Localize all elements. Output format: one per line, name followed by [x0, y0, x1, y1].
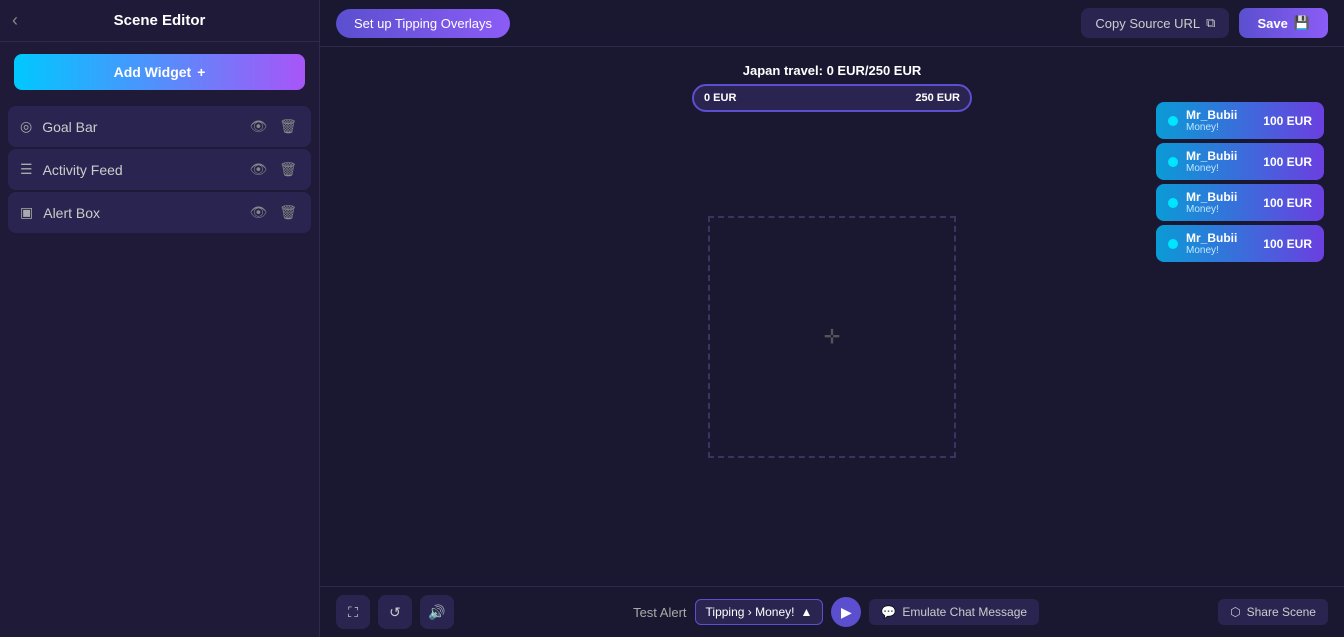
eye-icon: 👁: [249, 161, 267, 178]
goal-bar-visibility-button[interactable]: 👁: [247, 116, 269, 137]
goal-bar-left-label: 0 EUR: [704, 92, 736, 104]
save-label: Save: [1257, 16, 1287, 31]
activity-card-msg-4: Money!: [1186, 245, 1255, 256]
delete-icon: 🗑: [279, 118, 297, 135]
copy-icon: ⧉: [1206, 15, 1215, 31]
test-alert-dropdown[interactable]: Tipping › Money! ▲: [695, 599, 824, 625]
resize-button[interactable]: ⛶: [336, 595, 370, 629]
header-actions: Copy Source URL ⧉ Save 💾: [1081, 8, 1328, 38]
save-icon: 💾: [1294, 15, 1310, 31]
widget-item-alert-box[interactable]: ▣ Alert Box 👁 🗑: [8, 192, 311, 233]
activity-card-dot-4: [1168, 239, 1178, 249]
activity-card-4: Mr_Bubii Money! 100 EUR: [1156, 225, 1324, 262]
footer-center-controls: Test Alert Tipping › Money! ▲ ▶ 💬 Emulat…: [633, 597, 1039, 627]
activity-feed-cards: Mr_Bubii Money! 100 EUR Mr_Bubii Money! …: [1156, 102, 1324, 262]
goal-bar-title: Japan travel: 0 EUR/250 EUR: [743, 63, 921, 78]
save-button[interactable]: Save 💾: [1239, 8, 1328, 38]
footer-left-controls: ⛶ ↺ 🔊: [336, 595, 454, 629]
mute-icon: 🔊: [428, 604, 445, 621]
back-icon: ‹: [12, 10, 18, 31]
widget-list: ◎ Goal Bar 👁 🗑 ☰ Activity Feed 👁: [0, 102, 319, 237]
tipping-overlays-label: Set up Tipping Overlays: [354, 16, 492, 31]
main-header: Set up Tipping Overlays Copy Source URL …: [320, 0, 1344, 47]
sidebar-back-button[interactable]: ‹: [12, 10, 18, 31]
activity-card-amount-1: 100 EUR: [1263, 114, 1312, 128]
main-content: Set up Tipping Overlays Copy Source URL …: [320, 0, 1344, 637]
alert-box-icon: ▣: [20, 204, 33, 221]
activity-card-name-3: Mr_Bubii: [1186, 190, 1255, 204]
test-alert-send-button[interactable]: ▶: [831, 597, 861, 627]
sidebar-header: ‹ Scene Editor: [0, 0, 319, 42]
activity-card-dot-3: [1168, 198, 1178, 208]
goal-bar-icon: ◎: [20, 118, 32, 135]
activity-card-name-2: Mr_Bubii: [1186, 149, 1255, 163]
activity-card-3: Mr_Bubii Money! 100 EUR: [1156, 184, 1324, 221]
footer-toolbar: ⛶ ↺ 🔊 Test Alert Tipping › Money! ▲ ▶ 💬 …: [320, 586, 1344, 637]
goal-bar-label: Goal Bar: [42, 119, 97, 135]
copy-source-url-button[interactable]: Copy Source URL ⧉: [1081, 8, 1229, 38]
add-widget-button[interactable]: Add Widget +: [14, 54, 305, 90]
share-icon: ⬡: [1230, 605, 1240, 619]
goal-bar-delete-button[interactable]: 🗑: [277, 116, 299, 137]
alert-box-visibility-button[interactable]: 👁: [247, 202, 269, 223]
activity-card-amount-4: 100 EUR: [1263, 237, 1312, 251]
test-alert-label: Test Alert: [633, 605, 686, 620]
mute-button[interactable]: 🔊: [420, 595, 454, 629]
reset-icon: ↺: [389, 604, 401, 621]
resize-icon: ⛶: [348, 604, 358, 621]
share-scene-button[interactable]: ⬡ Share Scene: [1218, 599, 1328, 625]
activity-card-amount-3: 100 EUR: [1263, 196, 1312, 210]
goal-bar-right-label: 250 EUR: [915, 92, 960, 104]
goal-bar-track: 0 EUR 250 EUR: [692, 84, 972, 112]
copy-source-url-label: Copy Source URL: [1095, 16, 1200, 31]
delete-icon: 🗑: [279, 204, 297, 221]
tipping-overlays-button[interactable]: Set up Tipping Overlays: [336, 9, 510, 38]
activity-card-msg-2: Money!: [1186, 163, 1255, 174]
activity-card-dot-1: [1168, 116, 1178, 126]
activity-card-2: Mr_Bubii Money! 100 EUR: [1156, 143, 1324, 180]
activity-feed-visibility-button[interactable]: 👁: [247, 159, 269, 180]
test-alert-value: Tipping › Money!: [706, 605, 795, 619]
alert-box-label: Alert Box: [43, 205, 100, 221]
activity-card-name-4: Mr_Bubii: [1186, 231, 1255, 245]
activity-card-msg-3: Money!: [1186, 204, 1255, 215]
alert-box-delete-button[interactable]: 🗑: [277, 202, 299, 223]
emulate-chat-label: Emulate Chat Message: [902, 605, 1027, 619]
activity-card-dot-2: [1168, 157, 1178, 167]
reset-button[interactable]: ↺: [378, 595, 412, 629]
send-icon: ▶: [841, 604, 852, 621]
sidebar: ‹ Scene Editor Add Widget + ◎ Goal Bar 👁…: [0, 0, 320, 637]
activity-feed-icon: ☰: [20, 161, 33, 178]
move-icon: ✛: [824, 324, 841, 349]
chat-icon: 💬: [881, 605, 896, 619]
emulate-chat-button[interactable]: 💬 Emulate Chat Message: [869, 599, 1039, 625]
add-widget-label: Add Widget: [114, 64, 192, 80]
widget-item-goal-bar[interactable]: ◎ Goal Bar 👁 🗑: [8, 106, 311, 147]
chevron-up-icon: ▲: [800, 605, 812, 619]
alert-box-canvas[interactable]: ✛: [708, 216, 956, 458]
goal-bar-widget: Japan travel: 0 EUR/250 EUR 0 EUR 250 EU…: [692, 63, 972, 112]
share-scene-label: Share Scene: [1247, 605, 1316, 619]
delete-icon: 🗑: [279, 161, 297, 178]
activity-card-amount-2: 100 EUR: [1263, 155, 1312, 169]
canvas-area: Japan travel: 0 EUR/250 EUR 0 EUR 250 EU…: [320, 47, 1344, 586]
activity-card-msg-1: Money!: [1186, 122, 1255, 133]
activity-card-name-1: Mr_Bubii: [1186, 108, 1255, 122]
eye-icon: 👁: [249, 204, 267, 221]
add-icon: +: [197, 64, 205, 80]
eye-icon: 👁: [249, 118, 267, 135]
sidebar-title: Scene Editor: [114, 12, 206, 29]
activity-feed-delete-button[interactable]: 🗑: [277, 159, 299, 180]
activity-card-1: Mr_Bubii Money! 100 EUR: [1156, 102, 1324, 139]
widget-item-activity-feed[interactable]: ☰ Activity Feed 👁 🗑: [8, 149, 311, 190]
activity-feed-label: Activity Feed: [43, 162, 123, 178]
